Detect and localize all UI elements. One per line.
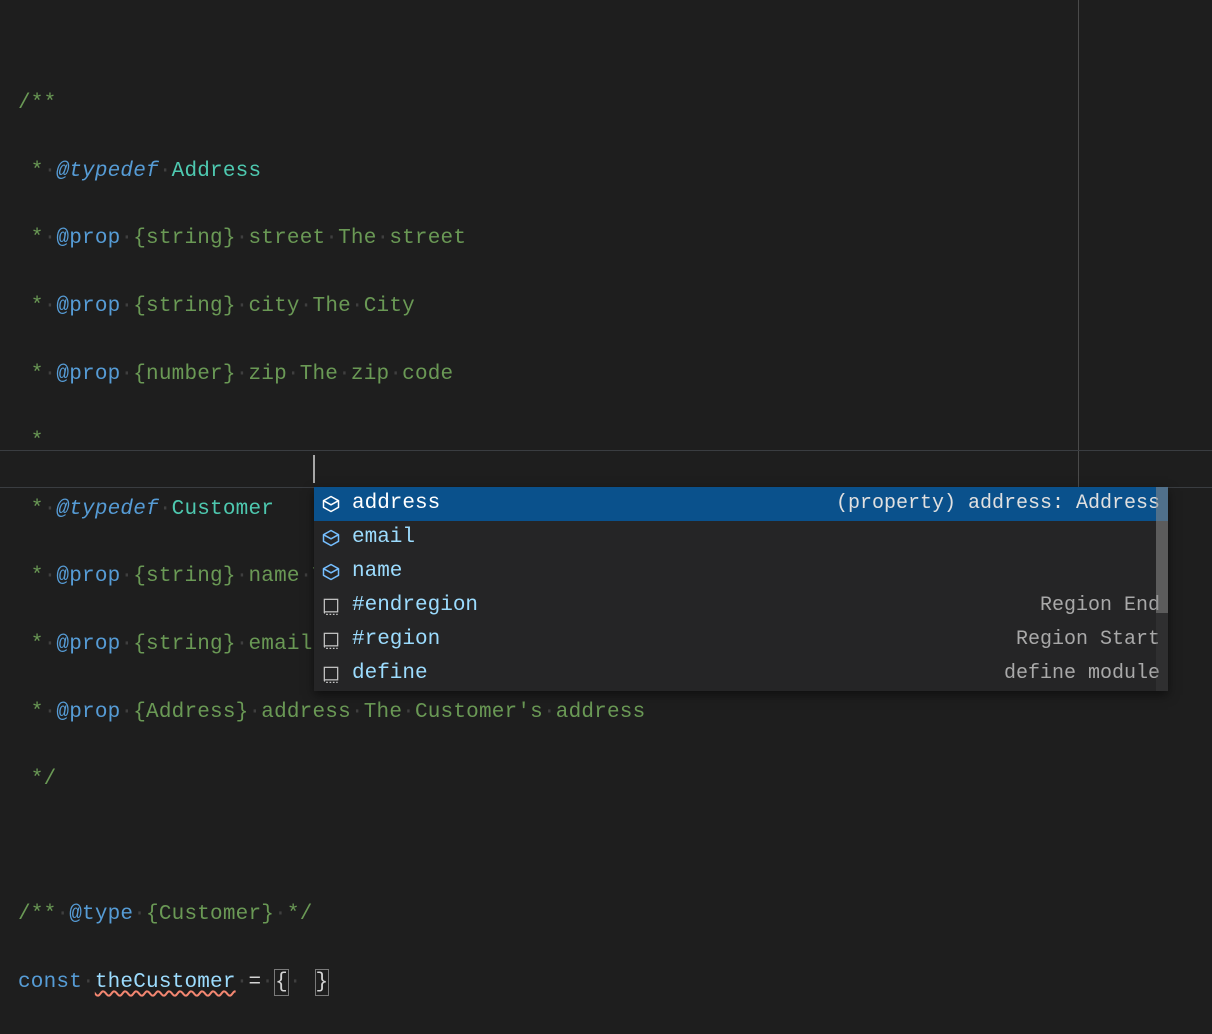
code-line: *·@prop·{number}·zip·The·zip·code — [18, 358, 1212, 392]
field-icon — [320, 493, 342, 515]
code-line: *·@prop·{string}·street·The·street — [18, 222, 1212, 256]
bracket-highlight: } — [315, 969, 330, 996]
suggest-hint: Region End — [1040, 590, 1160, 622]
suggest-label: #endregion — [352, 589, 478, 623]
snippet-icon — [320, 663, 342, 685]
field-icon — [320, 527, 342, 549]
code-line: *·@prop·{string}·city·The·City — [18, 290, 1212, 324]
suggest-label: #region — [352, 623, 440, 657]
code-line: /**·@type·{Customer}·*/ — [18, 898, 1212, 932]
code-line: /** — [18, 87, 1212, 121]
suggest-label: define — [352, 657, 428, 691]
scrollbar[interactable] — [1156, 487, 1168, 691]
snippet-icon — [320, 595, 342, 617]
code-line: *·@typedef·Address — [18, 155, 1212, 189]
scrollbar-thumb[interactable] — [1156, 487, 1168, 613]
code-line: * — [18, 425, 1212, 459]
suggest-item[interactable]: #region Region Start — [314, 623, 1168, 657]
code-line: */ — [18, 763, 1212, 797]
code-line: const·theCustomer·=·{· } — [18, 966, 1212, 1000]
suggest-label: name — [352, 555, 402, 589]
suggest-item[interactable]: email — [314, 521, 1168, 555]
snippet-icon — [320, 629, 342, 651]
suggest-hint: define module — [1004, 658, 1160, 690]
code-line — [18, 831, 1212, 865]
suggest-hint: Region Start — [1016, 624, 1160, 656]
suggest-label: address — [352, 487, 440, 521]
suggest-item[interactable]: #endregion Region End — [314, 589, 1168, 623]
field-icon — [320, 561, 342, 583]
diagnostic-squiggle: theCustomer — [95, 971, 236, 994]
autocomplete-popup[interactable]: address (property) address: Address email… — [314, 487, 1168, 691]
suggest-hint: (property) address: Address — [836, 488, 1160, 520]
suggest-item[interactable]: address (property) address: Address — [314, 487, 1168, 521]
bracket-highlight: { — [274, 969, 289, 996]
suggest-item[interactable]: define define module — [314, 657, 1168, 691]
suggest-label: email — [352, 521, 415, 555]
code-line: *·@prop·{Address}·address·The·Customer's… — [18, 696, 1212, 730]
suggest-item[interactable]: name — [314, 555, 1168, 589]
